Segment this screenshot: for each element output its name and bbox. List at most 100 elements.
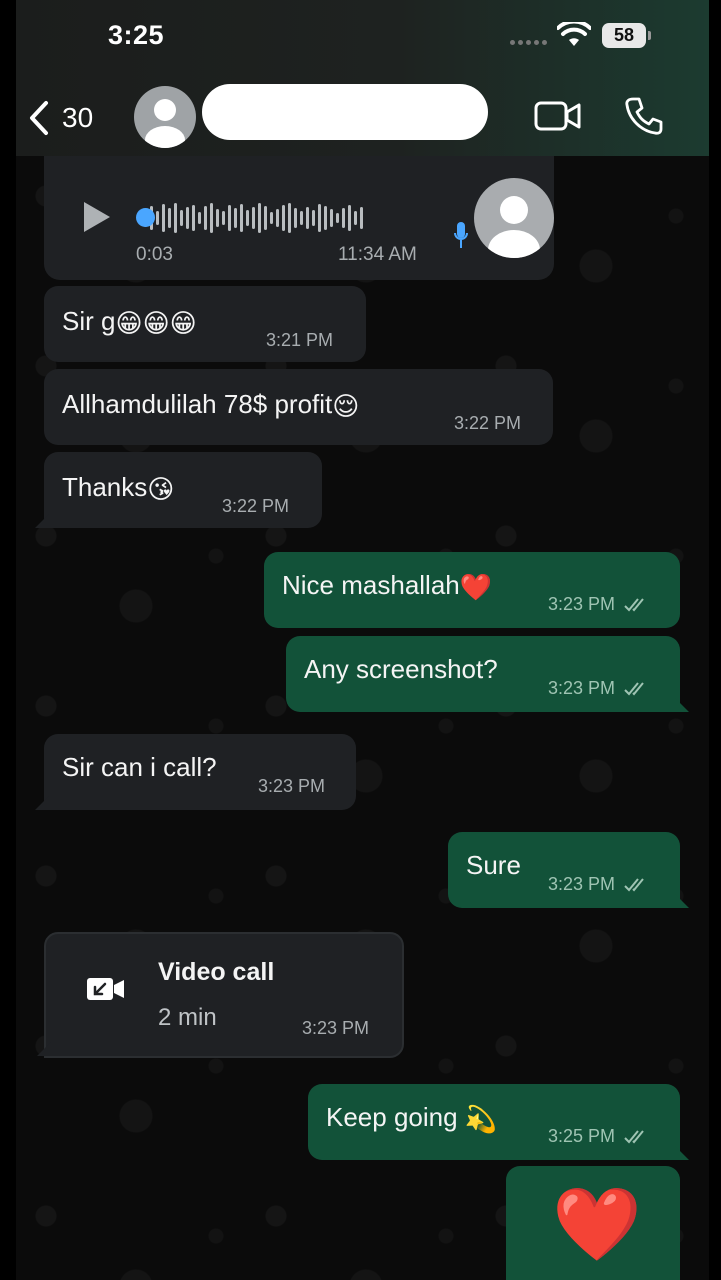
playback-knob[interactable] bbox=[136, 208, 155, 227]
back-button[interactable]: 30 bbox=[28, 96, 114, 140]
waveform-bar bbox=[156, 211, 159, 225]
double-check-icon bbox=[624, 682, 644, 696]
bubble-tail bbox=[675, 1146, 689, 1160]
waveform-bar bbox=[348, 205, 351, 231]
contact-avatar[interactable] bbox=[134, 86, 196, 148]
incoming-message[interactable]: Sir can i call? 3:23 PM bbox=[35, 734, 356, 810]
message-emoji: ❤️ bbox=[552, 1185, 642, 1265]
waveform-bar bbox=[306, 207, 309, 229]
message-text: Any screenshot? bbox=[304, 654, 498, 684]
message-time: 3:21 PM bbox=[266, 330, 334, 350]
message-emoji: 😁😁😁 bbox=[115, 307, 197, 338]
waveform-bar bbox=[354, 211, 357, 225]
message-time: 3:22 PM bbox=[222, 496, 290, 516]
bubble-tail bbox=[37, 1042, 51, 1056]
message-time: 3:23 PM bbox=[548, 594, 616, 614]
message-emoji: ❤️ bbox=[459, 571, 493, 602]
message-time: 11:34 AM bbox=[338, 244, 417, 265]
sender-avatar[interactable] bbox=[474, 178, 554, 258]
message-emoji: 💫 bbox=[464, 1103, 498, 1134]
chat-header: 3:25 58 30 bbox=[16, 0, 709, 156]
left-border bbox=[0, 0, 16, 1280]
waveform-bar bbox=[324, 206, 327, 230]
status-time: 3:25 bbox=[108, 20, 165, 50]
bubble-tail bbox=[675, 894, 689, 908]
bubble-tail bbox=[35, 514, 49, 528]
waveform-bar bbox=[216, 209, 219, 227]
waveform-bar bbox=[360, 207, 363, 229]
waveform-bar bbox=[186, 207, 189, 229]
outgoing-message[interactable]: Any screenshot? 3:23 PM bbox=[286, 636, 689, 712]
message-text: Thanks bbox=[62, 472, 148, 502]
unread-count: 30 bbox=[62, 102, 94, 133]
message-text: Sir can i call? bbox=[62, 752, 217, 782]
incoming-message[interactable]: Thanks😘 3:22 PM bbox=[35, 452, 322, 528]
message-list[interactable]: 0:03 11:34 AM Sir g😁😁😁 3:21 PM Allhamdul… bbox=[16, 156, 709, 1280]
outgoing-message[interactable]: Keep going 💫 3:25 PM bbox=[308, 1084, 689, 1160]
waveform-bar bbox=[198, 212, 201, 224]
waveform-bar bbox=[336, 213, 339, 223]
bubble-tail bbox=[675, 698, 689, 712]
incoming-message[interactable]: Allhamdulilah 78$ profit😌 3:22 PM bbox=[44, 369, 553, 445]
waveform-bar bbox=[192, 205, 195, 231]
chat-screen: 3:25 58 30 0:03 11:34 AM Sir g😁😁😁 3:21 P… bbox=[16, 0, 709, 1280]
message-text: Sir g bbox=[62, 306, 116, 336]
double-check-icon bbox=[624, 598, 644, 612]
signal-dots-icon bbox=[510, 40, 547, 45]
waveform-bar bbox=[246, 210, 249, 226]
contact-name-redacted[interactable] bbox=[202, 84, 488, 140]
message-text: Nice mashallah bbox=[282, 570, 460, 600]
message-text: Sure bbox=[466, 850, 521, 880]
video-call-message[interactable]: Video call 2 min 3:23 PM bbox=[37, 932, 404, 1058]
waveform-bar bbox=[276, 209, 279, 227]
voice-duration: 0:03 bbox=[136, 244, 173, 265]
battery-tip bbox=[648, 31, 651, 40]
waveform-bar bbox=[258, 203, 261, 233]
waveform-bar bbox=[240, 204, 243, 232]
waveform-bar bbox=[282, 205, 285, 231]
waveform-bar bbox=[288, 203, 291, 233]
waveform-bar bbox=[162, 204, 165, 232]
waveform-bar bbox=[330, 209, 333, 227]
message-text: Keep going bbox=[326, 1102, 465, 1132]
play-icon[interactable] bbox=[80, 200, 112, 234]
double-check-icon bbox=[624, 878, 644, 892]
waveform-bar bbox=[264, 206, 267, 230]
incoming-video-call-icon bbox=[87, 978, 124, 1000]
incoming-message[interactable]: Sir g😁😁😁 3:21 PM bbox=[44, 286, 366, 362]
voice-waveform[interactable] bbox=[138, 200, 438, 236]
waveform-bar bbox=[270, 212, 273, 224]
chevron-left-icon bbox=[30, 101, 48, 135]
call-title: Video call bbox=[158, 958, 275, 986]
waveform-bar bbox=[168, 208, 171, 228]
video-camera-icon[interactable] bbox=[534, 100, 582, 132]
waveform-bar bbox=[300, 211, 303, 225]
battery-level: 58 bbox=[602, 23, 646, 48]
waveform-bar bbox=[222, 211, 225, 225]
message-time: 3:23 PM bbox=[548, 678, 616, 698]
message-emoji: 😌 bbox=[332, 390, 360, 421]
waveform-bar bbox=[252, 207, 255, 229]
message-emoji: 😘 bbox=[147, 473, 175, 504]
message-time: 3:23 PM bbox=[302, 1018, 370, 1038]
message-time: 3:23 PM bbox=[548, 874, 616, 894]
phone-icon[interactable] bbox=[624, 96, 664, 136]
bubble-tail bbox=[35, 796, 49, 810]
message-time: 3:22 PM bbox=[454, 413, 522, 433]
waveform-bar bbox=[318, 204, 321, 232]
waveform-bar bbox=[174, 203, 177, 233]
outgoing-emoji-message[interactable]: ❤️ bbox=[506, 1166, 680, 1280]
waveform-bar bbox=[210, 203, 213, 233]
message-text: Allhamdulilah 78$ profit bbox=[62, 389, 333, 419]
waveform-bar bbox=[204, 206, 207, 230]
right-border bbox=[709, 0, 721, 1280]
outgoing-message[interactable]: Sure 3:23 PM bbox=[448, 832, 689, 908]
message-time: 3:25 PM bbox=[548, 1126, 616, 1146]
waveform-bar bbox=[294, 208, 297, 228]
outgoing-message[interactable]: Nice mashallah❤️ 3:23 PM bbox=[264, 552, 680, 628]
message-time: 3:23 PM bbox=[258, 776, 326, 796]
voice-message[interactable]: 0:03 11:34 AM bbox=[44, 156, 554, 280]
wifi-icon bbox=[557, 22, 591, 46]
call-duration: 2 min bbox=[158, 1004, 217, 1031]
waveform-bar bbox=[312, 210, 315, 226]
